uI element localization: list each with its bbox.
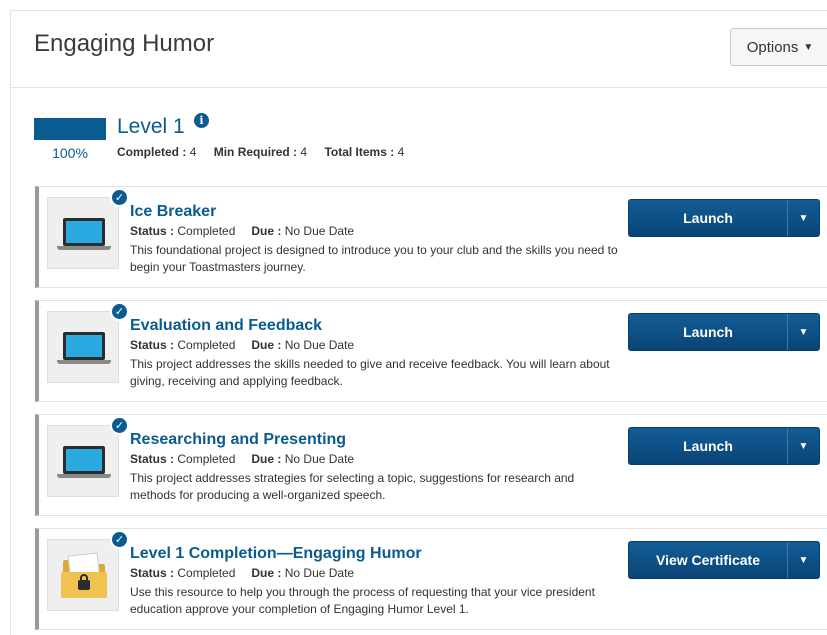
- info-icon[interactable]: i: [194, 113, 209, 128]
- project-status: Status : Completed Due : No Due Date: [130, 566, 355, 580]
- project-card: ✓ Level 1 Completion—Engaging Humor Stat…: [35, 528, 827, 630]
- level-summary: 100% Level 1 i Completed : 4 Min Require…: [11, 88, 827, 178]
- progress-bar: [34, 118, 106, 140]
- project-description: Use this resource to help you through th…: [130, 585, 595, 616]
- laptop-icon: [47, 311, 119, 383]
- page-title: Engaging Humor: [34, 30, 215, 57]
- stat-value: 4: [189, 145, 197, 159]
- project-title[interactable]: Researching and Presenting: [130, 431, 346, 449]
- options-button[interactable]: Options ▼: [730, 28, 827, 66]
- project-card: ✓ Ice Breaker Status : Completed Due : No…: [35, 186, 827, 288]
- check-icon: ✓: [110, 530, 129, 549]
- page: Engaging Humor Options ▼ 100% Level 1 i …: [0, 0, 827, 635]
- laptop-icon: [47, 197, 119, 269]
- project-title[interactable]: Ice Breaker: [130, 203, 216, 221]
- level-stats: Completed : 4 Min Required : 4 Total Ite…: [117, 145, 404, 159]
- project-status: Status : Completed Due : No Due Date: [130, 224, 355, 238]
- stat-label: Total Items :: [324, 145, 395, 159]
- caret-down-icon: ▼: [803, 41, 814, 53]
- launch-button[interactable]: Launch ▼: [628, 427, 820, 465]
- options-label: Options: [746, 38, 799, 56]
- project-description: This project addresses the skills needed…: [130, 357, 610, 388]
- view-certificate-label[interactable]: View Certificate: [629, 542, 787, 578]
- folder-lock-icon: [47, 539, 119, 611]
- project-card: ✓ Evaluation and Feedback Status : Compl…: [35, 300, 827, 402]
- page-header: Engaging Humor Options ▼: [10, 10, 827, 88]
- stat-label: Min Required :: [213, 145, 298, 159]
- project-status: Status : Completed Due : No Due Date: [130, 452, 355, 466]
- check-icon: ✓: [110, 302, 129, 321]
- progress-fill: [34, 118, 106, 140]
- project-description: This project addresses strategies for se…: [130, 471, 575, 502]
- stat-value: 4: [300, 145, 308, 159]
- level-title: Level 1: [117, 115, 185, 138]
- stat-value: 4: [397, 145, 405, 159]
- launch-label[interactable]: Launch: [629, 200, 787, 236]
- chevron-down-icon[interactable]: ▼: [787, 428, 819, 464]
- launch-button[interactable]: Launch ▼: [628, 313, 820, 351]
- chevron-down-icon[interactable]: ▼: [787, 200, 819, 236]
- content-panel: 100% Level 1 i Completed : 4 Min Require…: [10, 88, 827, 635]
- project-description: This foundational project is designed to…: [130, 243, 618, 274]
- launch-label[interactable]: Launch: [629, 314, 787, 350]
- project-status: Status : Completed Due : No Due Date: [130, 338, 355, 352]
- project-title[interactable]: Evaluation and Feedback: [130, 317, 322, 335]
- progress-percent: 100%: [52, 145, 88, 161]
- project-card: ✓ Researching and Presenting Status : Co…: [35, 414, 827, 516]
- check-icon: ✓: [110, 416, 129, 435]
- chevron-down-icon[interactable]: ▼: [787, 314, 819, 350]
- check-icon: ✓: [110, 188, 129, 207]
- view-certificate-button[interactable]: View Certificate ▼: [628, 541, 820, 579]
- chevron-down-icon[interactable]: ▼: [787, 542, 819, 578]
- laptop-icon: [47, 425, 119, 497]
- launch-label[interactable]: Launch: [629, 428, 787, 464]
- project-title[interactable]: Level 1 Completion—Engaging Humor: [130, 545, 422, 563]
- launch-button[interactable]: Launch ▼: [628, 199, 820, 237]
- stat-label: Completed :: [117, 145, 187, 159]
